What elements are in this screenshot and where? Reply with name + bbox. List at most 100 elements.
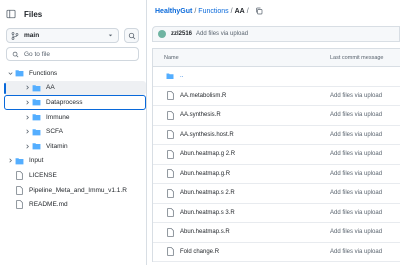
folder-icon bbox=[31, 98, 41, 106]
chevron-right-icon[interactable] bbox=[23, 128, 31, 135]
file-name-link[interactable]: Abun.heatmap.s 3.R bbox=[180, 210, 235, 216]
go-to-file-placeholder: Go to file bbox=[24, 50, 51, 58]
tree-item-label: Pipeline_Meta_and_Immu_v1.1.R bbox=[29, 186, 127, 194]
main-content: HealthyGut / Functions / AA / zzl2516 Ad… bbox=[148, 0, 400, 265]
commit-author[interactable]: zzl2516 bbox=[171, 31, 192, 37]
copy-icon[interactable] bbox=[255, 7, 263, 15]
tree-item-input[interactable]: Input bbox=[0, 154, 146, 169]
file-name-link[interactable]: Fold change.R bbox=[180, 249, 219, 255]
latest-commit-bar: zzl2516 Add files via upload bbox=[152, 26, 400, 42]
tree-item-readme[interactable]: README.md bbox=[0, 197, 146, 212]
breadcrumb-separator: / bbox=[230, 7, 233, 15]
file-commit-message[interactable]: Add files via upload bbox=[330, 132, 382, 138]
tree-item-label: Vitamin bbox=[46, 142, 68, 150]
tree-item-aa[interactable]: AA bbox=[4, 80, 146, 96]
breadcrumb-folder-link[interactable]: Functions bbox=[198, 8, 228, 15]
table-row[interactable]: Abun.heatmap.s.R Add files via upload bbox=[153, 223, 400, 243]
file-icon bbox=[166, 130, 174, 140]
file-icon bbox=[166, 110, 174, 120]
file-icon bbox=[166, 188, 174, 198]
go-to-file-input[interactable]: Go to file bbox=[6, 47, 139, 61]
folder-icon bbox=[31, 113, 41, 121]
table-row-parent[interactable]: .. bbox=[153, 67, 400, 87]
file-icon bbox=[166, 149, 174, 159]
file-commit-message[interactable]: Add files via upload bbox=[330, 249, 382, 255]
file-table: Name Last commit message .. AA.metabolis… bbox=[152, 48, 400, 262]
file-commit-message[interactable]: Add files via upload bbox=[330, 171, 382, 177]
breadcrumb-repo-link[interactable]: HealthyGut bbox=[155, 8, 192, 15]
file-commit-message[interactable]: Add files via upload bbox=[330, 229, 382, 235]
tree-item-label: Functions bbox=[29, 69, 58, 77]
chevron-right-icon[interactable] bbox=[6, 157, 14, 164]
file-name-link[interactable]: AA.synthesis.host.R bbox=[180, 132, 234, 138]
file-name-link[interactable]: Abun.heatmap.s 2.R bbox=[180, 190, 235, 196]
file-commit-message[interactable]: Add files via upload bbox=[330, 93, 382, 99]
table-row[interactable]: AA.metabolism.R Add files via upload bbox=[153, 87, 400, 106]
breadcrumb-separator: / bbox=[194, 7, 197, 15]
tree-item-dataprocess[interactable]: Dataprocess bbox=[4, 95, 146, 110]
chevron-right-icon[interactable] bbox=[23, 114, 31, 121]
branch-name: main bbox=[24, 32, 40, 39]
commit-message[interactable]: Add files via upload bbox=[196, 31, 248, 37]
table-row[interactable]: AA.synthesis.host.R Add files via upload bbox=[153, 126, 400, 145]
file-tree: Functions AA Dataprocess Immune SCFA Vit… bbox=[0, 66, 146, 212]
breadcrumb: HealthyGut / Functions / AA / bbox=[155, 7, 263, 15]
branch-icon bbox=[11, 31, 19, 40]
column-header-commit: Last commit message bbox=[330, 54, 384, 61]
chevron-right-icon[interactable] bbox=[23, 84, 31, 91]
folder-icon bbox=[31, 84, 41, 92]
file-icon bbox=[14, 185, 24, 195]
tree-item-label: Dataprocess bbox=[46, 98, 83, 106]
file-commit-message[interactable]: Add files via upload bbox=[330, 190, 382, 196]
file-icon bbox=[166, 227, 174, 237]
file-icon bbox=[166, 91, 174, 101]
file-icon bbox=[166, 169, 174, 179]
folder-icon bbox=[31, 142, 41, 150]
table-row[interactable]: Abun.heatmap.g.R Add files via upload bbox=[153, 165, 400, 184]
table-row[interactable]: Abun.heatmap.s 3.R Add files via upload bbox=[153, 204, 400, 223]
search-icon bbox=[128, 32, 136, 40]
caret-down-icon bbox=[107, 32, 114, 39]
breadcrumb-current: AA bbox=[234, 7, 245, 15]
folder-open-icon bbox=[14, 69, 24, 77]
column-header-name: Name bbox=[164, 54, 179, 61]
table-row[interactable]: Abun.heatmap.s 2.R Add files via upload bbox=[153, 184, 400, 204]
table-row[interactable]: Abun.heatmap.g 2.R Add files via upload bbox=[153, 145, 400, 165]
file-icon bbox=[166, 247, 174, 257]
folder-icon bbox=[14, 157, 24, 165]
tree-item-label: Immune bbox=[46, 113, 70, 121]
tree-item-immune[interactable]: Immune bbox=[0, 110, 146, 125]
table-row[interactable]: AA.synthesis.R Add files via upload bbox=[153, 106, 400, 126]
table-row[interactable]: Fold change.R Add files via upload bbox=[153, 243, 400, 262]
tree-item-label: AA bbox=[46, 84, 55, 92]
tree-item-label: Input bbox=[29, 157, 44, 165]
avatar[interactable] bbox=[158, 30, 166, 38]
file-icon bbox=[14, 200, 24, 209]
chevron-right-icon[interactable] bbox=[23, 143, 31, 150]
file-name-link[interactable]: Abun.heatmap.g.R bbox=[180, 171, 230, 177]
file-name-link[interactable]: AA.metabolism.R bbox=[180, 93, 226, 99]
tree-item-label: SCFA bbox=[46, 128, 63, 136]
file-name-link[interactable]: Abun.heatmap.s.R bbox=[180, 229, 230, 235]
file-commit-message[interactable]: Add files via upload bbox=[330, 151, 382, 157]
sidebar-collapse-icon[interactable] bbox=[6, 9, 16, 19]
file-icon bbox=[14, 171, 24, 180]
tree-item-functions[interactable]: Functions bbox=[0, 66, 146, 81]
tree-item-pipeline[interactable]: Pipeline_Meta_and_Immu_v1.1.R bbox=[0, 183, 146, 198]
search-button[interactable] bbox=[124, 28, 139, 43]
sidebar-header: Files bbox=[6, 8, 42, 20]
file-name-link[interactable]: AA.synthesis.R bbox=[180, 112, 221, 118]
branch-selector[interactable]: main bbox=[6, 28, 119, 43]
file-name-link[interactable]: Abun.heatmap.g 2.R bbox=[180, 151, 235, 157]
tree-item-vitamin[interactable]: Vitamin bbox=[0, 139, 146, 154]
tree-item-scfa[interactable]: SCFA bbox=[0, 124, 146, 139]
file-commit-message[interactable]: Add files via upload bbox=[330, 210, 382, 216]
chevron-right-icon[interactable] bbox=[23, 99, 31, 106]
tree-item-label: README.md bbox=[29, 201, 68, 209]
tree-item-license[interactable]: LICENSE bbox=[0, 168, 146, 183]
parent-directory-link[interactable]: .. bbox=[180, 73, 183, 79]
file-commit-message[interactable]: Add files via upload bbox=[330, 112, 382, 118]
breadcrumb-separator: / bbox=[246, 7, 249, 15]
chevron-down-icon[interactable] bbox=[6, 70, 14, 77]
folder-icon bbox=[31, 128, 41, 136]
